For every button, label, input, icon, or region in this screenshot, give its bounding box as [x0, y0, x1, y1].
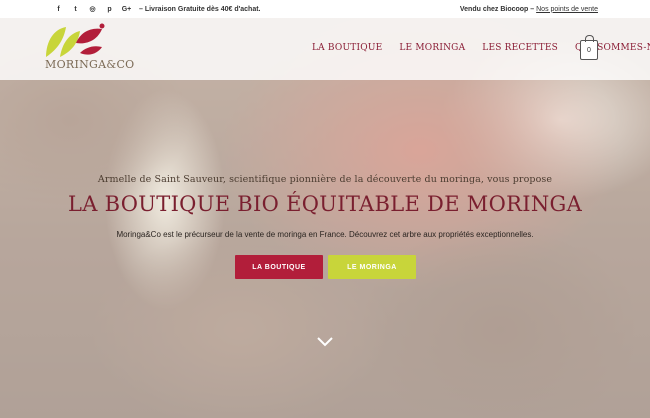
sold-at-text: Vendu chez Biocoop –	[459, 5, 535, 13]
nav-le-moringa[interactable]: LE MORINGA	[399, 43, 465, 53]
googleplus-icon[interactable]: G+	[118, 0, 135, 18]
hero-headline: LA BOUTIQUE BIO ÉQUITABLE DE MORINGA	[67, 192, 583, 216]
facebook-icon[interactable]: f	[50, 0, 67, 18]
logo-text: MORINGA&CO	[45, 58, 135, 71]
pinterest-icon[interactable]: p	[101, 0, 118, 18]
top-bar: f t ◎ p G+ – Livraison Gratuite dès 40€ …	[0, 0, 650, 18]
nav-les-recettes[interactable]: LES RECETTES	[482, 43, 558, 53]
la-boutique-button[interactable]: LA BOUTIQUE	[235, 255, 323, 279]
scroll-down-icon[interactable]	[317, 337, 333, 347]
points-of-sale-link[interactable]: Nos points de vente	[536, 6, 598, 13]
instagram-icon[interactable]: ◎	[84, 0, 101, 18]
sold-at-info: Vendu chez Biocoop – Nos points de vente	[460, 6, 598, 13]
twitter-icon[interactable]: t	[67, 0, 84, 18]
site-header: MORINGA&CO LA BOUTIQUE LE MORINGA LES RE…	[0, 18, 650, 80]
logo[interactable]: MORINGA&CO	[44, 23, 134, 75]
hero-intro: Armelle de Saint Sauveur, scientifique p…	[97, 174, 553, 185]
main-nav: LA BOUTIQUE LE MORINGA LES RECETTES QUI …	[312, 43, 650, 53]
cart-count: 0	[587, 46, 591, 54]
free-shipping-text: – Livraison Gratuite dès 40€ d'achat.	[139, 5, 261, 13]
moringa-leaf-icon	[46, 23, 105, 57]
hero-subtitle: Moringa&Co est le précurseur de la vente…	[116, 230, 534, 239]
le-moringa-button[interactable]: LE MORINGA	[328, 255, 416, 279]
nav-la-boutique[interactable]: LA BOUTIQUE	[312, 43, 382, 53]
cart-button[interactable]: 0	[580, 35, 598, 60]
social-links: f t ◎ p G+	[50, 0, 135, 18]
